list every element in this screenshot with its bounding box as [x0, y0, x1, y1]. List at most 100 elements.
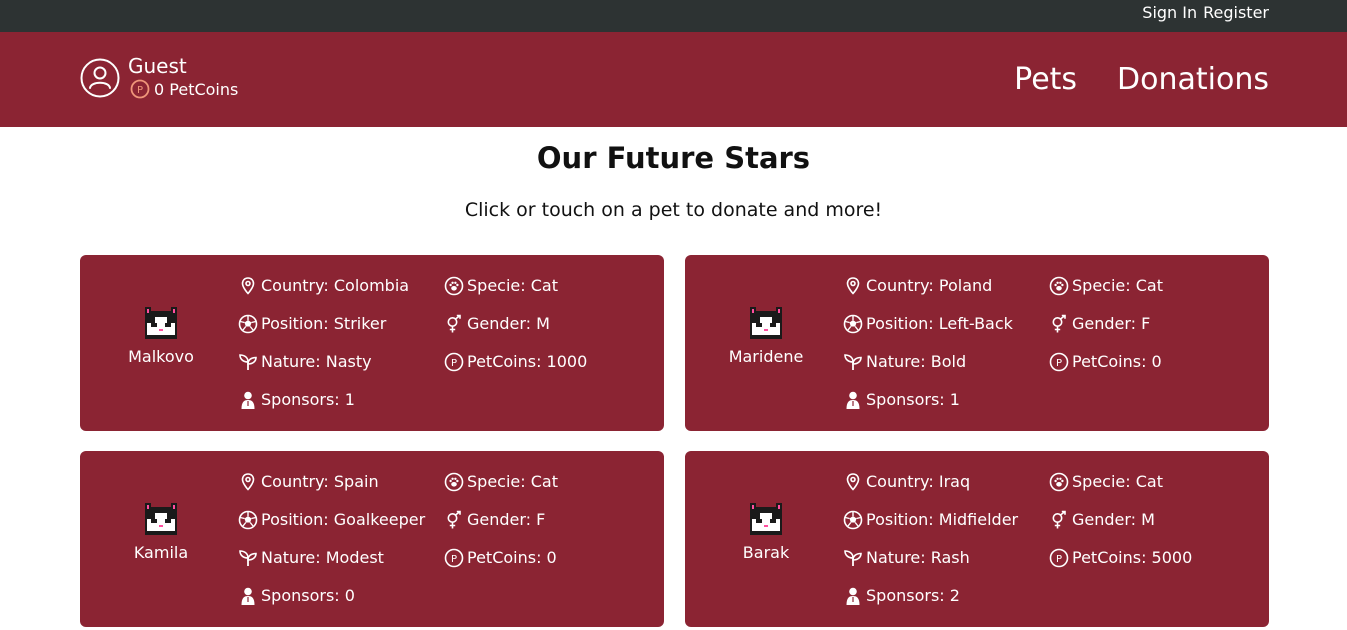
cat-sprite-icon — [750, 503, 782, 535]
pet-petcoins: P PetCoins: 1000 — [444, 352, 587, 372]
pet-position-text: Position: Striker — [261, 314, 387, 333]
cat-sprite-icon — [145, 503, 177, 535]
pet-card[interactable]: Barak Country: Iraq Position: Midfielder… — [685, 451, 1269, 627]
paw-icon — [444, 472, 464, 492]
pet-specie: Specie: Cat — [1049, 276, 1163, 296]
location-pin-icon — [846, 473, 860, 491]
gender-icon — [447, 314, 461, 333]
pet-identity: Barak — [725, 503, 807, 562]
pet-card[interactable]: Kamila Country: Spain Position: Goalkeep… — [80, 451, 664, 627]
petcoin-icon: P — [444, 548, 464, 568]
auth-links: Sign In Register — [1142, 3, 1269, 22]
gender-icon — [447, 510, 461, 529]
svg-text:P: P — [451, 358, 457, 369]
pet-nature: Nature: Rash — [843, 548, 970, 568]
main-nav: Pets Donations — [1014, 60, 1269, 100]
pet-country: Country: Poland — [843, 276, 992, 296]
pet-nature: Nature: Nasty — [238, 352, 372, 372]
pet-position-text: Position: Goalkeeper — [261, 510, 426, 529]
pet-position-text: Position: Left-Back — [866, 314, 1013, 333]
main-content: Our Future Stars Click or touch on a pet… — [0, 139, 1347, 627]
petcoin-icon: P — [1049, 352, 1069, 372]
soccer-ball-icon — [843, 314, 863, 334]
petcoin-icon: P — [1049, 548, 1069, 568]
person-icon — [241, 587, 255, 605]
pet-country-text: Country: Poland — [866, 276, 993, 295]
coin-balance-text: 0 PetCoins — [154, 79, 239, 99]
gender-icon — [1052, 510, 1066, 529]
paw-icon — [444, 276, 464, 296]
pet-petcoins: P PetCoins: 0 — [444, 548, 557, 568]
pet-position: Position: Goalkeeper — [238, 510, 425, 530]
pet-specie: Specie: Cat — [444, 276, 558, 296]
soccer-ball-icon — [843, 510, 863, 530]
page-title: Our Future Stars — [536, 141, 811, 175]
site-header: Guest P 0 PetCoins Pets Donations — [0, 32, 1347, 127]
location-pin-icon — [241, 277, 255, 295]
sprout-icon — [239, 354, 257, 370]
pet-gender: Gender: F — [1049, 314, 1150, 334]
sign-in-link[interactable]: Sign In — [1142, 3, 1197, 22]
pet-position: Position: Midfielder — [843, 510, 1018, 530]
pet-nature: Nature: Modest — [238, 548, 384, 568]
pet-name: Maridene — [728, 347, 804, 366]
pet-specie-text: Specie: Cat — [1072, 472, 1163, 491]
person-icon — [846, 587, 860, 605]
nav-donations[interactable]: Donations — [1117, 60, 1269, 100]
soccer-ball-icon — [238, 510, 258, 530]
pet-country: Country: Colombia — [238, 276, 409, 296]
register-link[interactable]: Register — [1203, 3, 1269, 22]
pet-name: Kamila — [133, 543, 189, 562]
pet-petcoins-text: PetCoins: 0 — [467, 548, 557, 567]
pet-nature-text: Nature: Bold — [866, 352, 967, 371]
pet-position: Position: Left-Back — [843, 314, 1013, 334]
person-icon — [846, 391, 860, 409]
sprout-icon — [239, 550, 257, 566]
pet-sponsors: Sponsors: 1 — [238, 390, 355, 410]
pet-identity: Maridene — [725, 307, 807, 366]
pet-specie-text: Specie: Cat — [467, 276, 558, 295]
pet-gender: Gender: M — [444, 314, 550, 334]
pet-position-text: Position: Midfielder — [866, 510, 1019, 529]
petcoin-icon: P — [444, 352, 464, 372]
nav-pets[interactable]: Pets — [1014, 60, 1077, 100]
pet-petcoins: P PetCoins: 5000 — [1049, 548, 1192, 568]
pet-specie-text: Specie: Cat — [1072, 276, 1163, 295]
pet-card[interactable]: Maridene Country: Poland Position: Left-… — [685, 255, 1269, 431]
svg-text:P: P — [1056, 554, 1062, 565]
gender-icon — [1052, 314, 1066, 333]
pet-gender: Gender: F — [444, 510, 545, 530]
pet-nature-text: Nature: Rash — [866, 548, 970, 567]
user-info: Guest P 0 PetCoins — [128, 54, 238, 99]
pet-identity: Kamila — [120, 503, 202, 562]
sprout-icon — [844, 354, 862, 370]
pet-gender: Gender: M — [1049, 510, 1155, 530]
pet-country-text: Country: Iraq — [866, 472, 971, 491]
pet-nature-text: Nature: Modest — [261, 548, 384, 567]
pet-sponsors: Sponsors: 2 — [843, 586, 960, 606]
pet-petcoins: P PetCoins: 0 — [1049, 352, 1162, 372]
soccer-ball-icon — [238, 314, 258, 334]
pet-petcoins-text: PetCoins: 5000 — [1072, 548, 1193, 567]
pet-nature-text: Nature: Nasty — [261, 352, 372, 371]
pet-position: Position: Striker — [238, 314, 386, 334]
pet-sponsors: Sponsors: 1 — [843, 390, 960, 410]
page-subtitle: Click or touch on a pet to donate and mo… — [464, 199, 883, 221]
pet-petcoins-text: PetCoins: 1000 — [467, 352, 588, 371]
paw-icon — [1049, 472, 1069, 492]
sprout-icon — [844, 550, 862, 566]
user-profile[interactable]: Guest P 0 PetCoins — [80, 54, 238, 99]
pet-petcoins-text: PetCoins: 0 — [1072, 352, 1162, 371]
coin-balance: P 0 PetCoins — [128, 79, 238, 99]
location-pin-icon — [241, 473, 255, 491]
pet-country-text: Country: Spain — [261, 472, 379, 491]
pet-card[interactable]: Malkovo Country: Colombia Position: Stri… — [80, 255, 664, 431]
pet-grid: Malkovo Country: Colombia Position: Stri… — [80, 255, 1269, 627]
petcoin-icon: P — [130, 79, 150, 99]
pet-sponsors: Sponsors: 0 — [238, 586, 355, 606]
pet-sponsors-text: Sponsors: 1 — [866, 390, 960, 409]
svg-text:P: P — [451, 554, 457, 565]
pet-name: Barak — [742, 543, 790, 562]
pet-sponsors-text: Sponsors: 0 — [261, 586, 355, 605]
cat-sprite-icon — [145, 307, 177, 339]
